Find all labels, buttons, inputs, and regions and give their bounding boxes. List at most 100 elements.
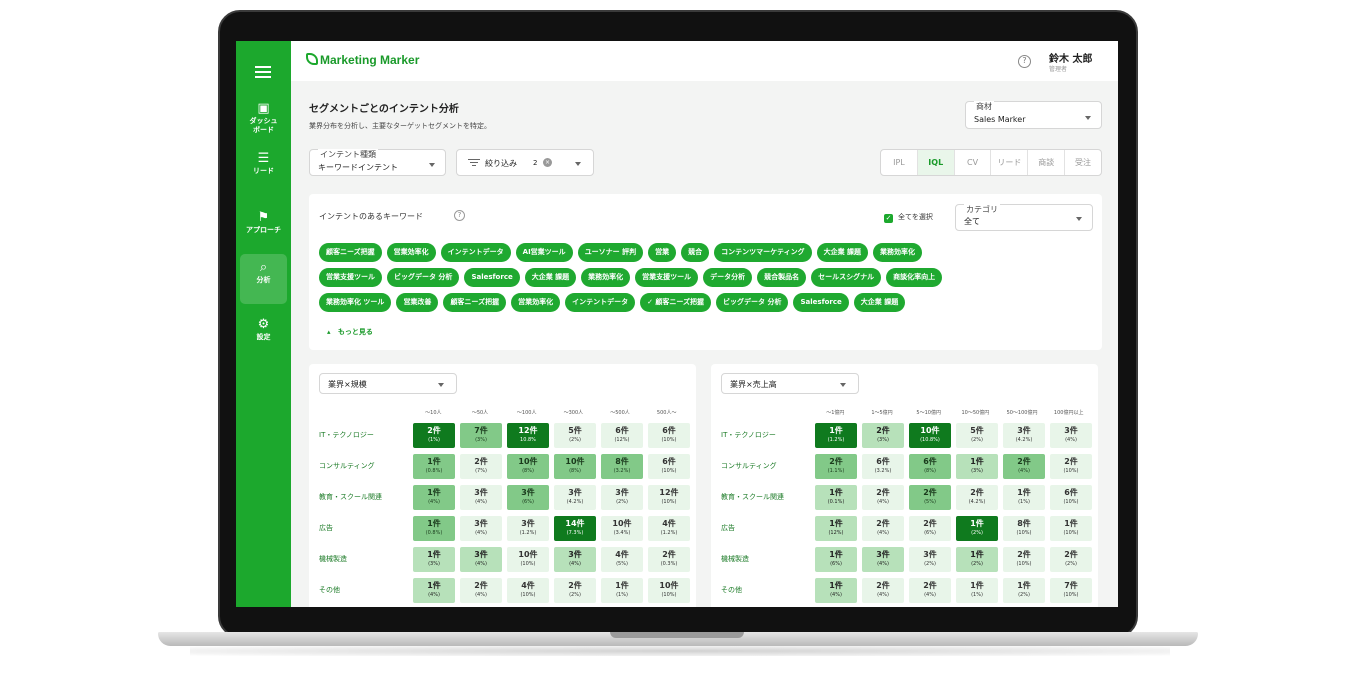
heatmap-cell[interactable]: 2件 (3%) (862, 423, 904, 448)
heatmap-cell[interactable]: 2件 (1.1%) (815, 454, 857, 479)
heatmap-cell[interactable]: 1件 (10%) (1050, 516, 1092, 541)
heatmap-cell[interactable]: 1件 (1%) (1003, 485, 1045, 510)
heatmap-cell[interactable]: 5件 (2%) (554, 423, 596, 448)
keyword-chip[interactable]: 業務効率化 (873, 243, 923, 262)
show-more-link[interactable]: ▴ もっと見る (327, 327, 373, 337)
heatmap-cell[interactable]: 1件 (2%) (956, 547, 998, 572)
heatmap-cell[interactable]: 4件 (5%) (601, 547, 643, 572)
heatmap-cell[interactable]: 1件 (0.1%) (815, 485, 857, 510)
heatmap-cell[interactable]: 7件 (10%) (1050, 578, 1092, 603)
keyword-chip[interactable]: 営業効率化 (386, 243, 436, 262)
keyword-chip[interactable]: AI営業ツール (515, 243, 573, 262)
keyword-chip[interactable]: 競合 (681, 243, 710, 262)
heatmap-cell[interactable]: 3件 (4%) (862, 547, 904, 572)
heatmap-cell[interactable]: 6件 (3.2%) (862, 454, 904, 479)
heatmap-cell[interactable]: 1件 (3%) (413, 547, 455, 572)
heatmap-cell[interactable]: 6件 (10%) (648, 454, 690, 479)
heatmap-cell[interactable]: 6件 (10%) (1050, 485, 1092, 510)
keyword-chip[interactable]: データ分析 (703, 268, 753, 287)
sidebar-item-3[interactable]: ⚑ アプローチ (240, 204, 287, 254)
heatmap-cell[interactable]: 10件 (8%) (507, 454, 549, 479)
help-icon[interactable]: ? (1018, 55, 1031, 68)
heatmap-cell[interactable]: 2件 (2%) (1050, 547, 1092, 572)
stage-tab[interactable]: リード (991, 150, 1029, 175)
select-all-checkbox[interactable]: ✓ 全てを選択 (884, 212, 933, 223)
heatmap-cell[interactable]: 1件 (2%) (956, 516, 998, 541)
keyword-chip[interactable]: 大企業 課題 (524, 268, 577, 287)
keyword-chip[interactable]: 営業効率化 (511, 293, 561, 312)
heatmap-cell[interactable]: 1件 (6%) (815, 547, 857, 572)
heatmap-axis-select[interactable]: 業界×規模 (319, 373, 457, 394)
heatmap-cell[interactable]: 1件 (3%) (956, 454, 998, 479)
heatmap-cell[interactable]: 10件 (10.8%) (909, 423, 951, 448)
sidebar-item-1[interactable]: ▣ ダッシュ ボード (240, 95, 287, 145)
heatmap-cell[interactable]: 6件 (10%) (648, 423, 690, 448)
heatmap-cell[interactable]: 3件 (1.2%) (507, 516, 549, 541)
keyword-chip[interactable]: 顧客ニーズ把握 (319, 243, 382, 262)
heatmap-cell[interactable]: 6件 (8%) (909, 454, 951, 479)
heatmap-cell[interactable]: 2件 (4%) (862, 578, 904, 603)
heatmap-cell[interactable]: 10件 (3.4%) (601, 516, 643, 541)
keyword-chip[interactable]: インテントデータ (565, 293, 636, 312)
heatmap-cell[interactable]: 5件 (2%) (956, 423, 998, 448)
heatmap-cell[interactable]: 2件 (4%) (1003, 454, 1045, 479)
heatmap-cell[interactable]: 3件 (4.2%) (1003, 423, 1045, 448)
sidebar-item-2[interactable]: ☰ リード (240, 145, 287, 195)
heatmap-cell[interactable]: 2件 (2%) (554, 578, 596, 603)
keyword-chip[interactable]: 大企業 課題 (853, 293, 906, 312)
heatmap-cell[interactable]: 10件 (8%) (554, 454, 596, 479)
heatmap-cell[interactable]: 2件 (10%) (1050, 454, 1092, 479)
heatmap-cell[interactable]: 3件 (4%) (460, 516, 502, 541)
keyword-chip[interactable]: 大企業 課題 (816, 243, 869, 262)
keyword-chip[interactable]: 顧客ニーズ把握 (443, 293, 507, 312)
heatmap-cell[interactable]: 10件 (10%) (648, 578, 690, 603)
heatmap-cell[interactable]: 1件 (2%) (1003, 578, 1045, 603)
heatmap-cell[interactable]: 2件 (4%) (862, 485, 904, 510)
keyword-chip[interactable]: 営業支援ツール (635, 268, 699, 287)
heatmap-cell[interactable]: 2件 (4.2%) (956, 485, 998, 510)
heatmap-cell[interactable]: 4件 (10%) (507, 578, 549, 603)
heatmap-cell[interactable]: 2件 (4%) (909, 578, 951, 603)
heatmap-cell[interactable]: 8件 (3.2%) (601, 454, 643, 479)
heatmap-cell[interactable]: 3件 (4%) (1050, 423, 1092, 448)
keyword-chip[interactable]: 営業支援ツール (319, 268, 382, 287)
heatmap-cell[interactable]: 1件 (4%) (413, 485, 455, 510)
app-logo[interactable]: Marketing Marker (306, 53, 419, 67)
heatmap-cell[interactable]: 3件 (6%) (507, 485, 549, 510)
heatmap-cell[interactable]: 2件 (7%) (460, 454, 502, 479)
heatmap-cell[interactable]: 2件 (4%) (862, 516, 904, 541)
heatmap-axis-select[interactable]: 業界×売上高 (721, 373, 859, 394)
heatmap-cell[interactable]: 2件 (5%) (909, 485, 951, 510)
heatmap-cell[interactable]: 10件 (10%) (507, 547, 549, 572)
keyword-chip[interactable]: 業務効率化 (581, 268, 631, 287)
heatmap-cell[interactable]: 12件 10.8% (507, 423, 549, 448)
heatmap-cell[interactable]: 1件 (1.2%) (815, 423, 857, 448)
keyword-chip[interactable]: 営業 (648, 243, 677, 262)
keyword-chip[interactable]: Salesforce (464, 268, 520, 287)
heatmap-cell[interactable]: 14件 (7.3%) (554, 516, 596, 541)
keyword-chip[interactable]: セールスシグナル (811, 268, 882, 287)
stage-tab[interactable]: IPL (881, 150, 918, 175)
heatmap-cell[interactable]: 2件 (0.3%) (648, 547, 690, 572)
help-icon[interactable]: ? (454, 210, 465, 221)
heatmap-cell[interactable]: 3件 (4%) (554, 547, 596, 572)
heatmap-cell[interactable]: 8件 (10%) (1003, 516, 1045, 541)
keyword-chip[interactable]: Salesforce (793, 293, 849, 312)
heatmap-cell[interactable]: 2件 (10%) (1003, 547, 1045, 572)
heatmap-cell[interactable]: 3件 (2%) (909, 547, 951, 572)
keyword-chip[interactable]: 営業改善 (396, 293, 439, 312)
heatmap-cell[interactable]: 2件 (1%) (413, 423, 455, 448)
heatmap-cell[interactable]: 1件 (0.8%) (413, 516, 455, 541)
heatmap-cell[interactable]: 1件 (4%) (815, 578, 857, 603)
menu-icon[interactable] (255, 66, 271, 78)
keyword-chip[interactable]: コンテンツマーケティング (714, 243, 812, 262)
keyword-chip[interactable]: ビッグデータ 分析 (387, 268, 460, 287)
keyword-chip[interactable]: 商談化率向上 (886, 268, 943, 287)
keyword-chip[interactable]: インテントデータ (440, 243, 511, 262)
keyword-chip[interactable]: ✓ 顧客ニーズ把握 (640, 293, 712, 312)
heatmap-cell[interactable]: 2件 (4%) (460, 578, 502, 603)
heatmap-cell[interactable]: 1件 (1%) (601, 578, 643, 603)
heatmap-cell[interactable]: 1件 (4%) (413, 578, 455, 603)
keyword-chip[interactable]: ビッグデータ 分析 (716, 293, 789, 312)
sidebar-item-4[interactable]: ⌕ 分析 (240, 254, 287, 304)
